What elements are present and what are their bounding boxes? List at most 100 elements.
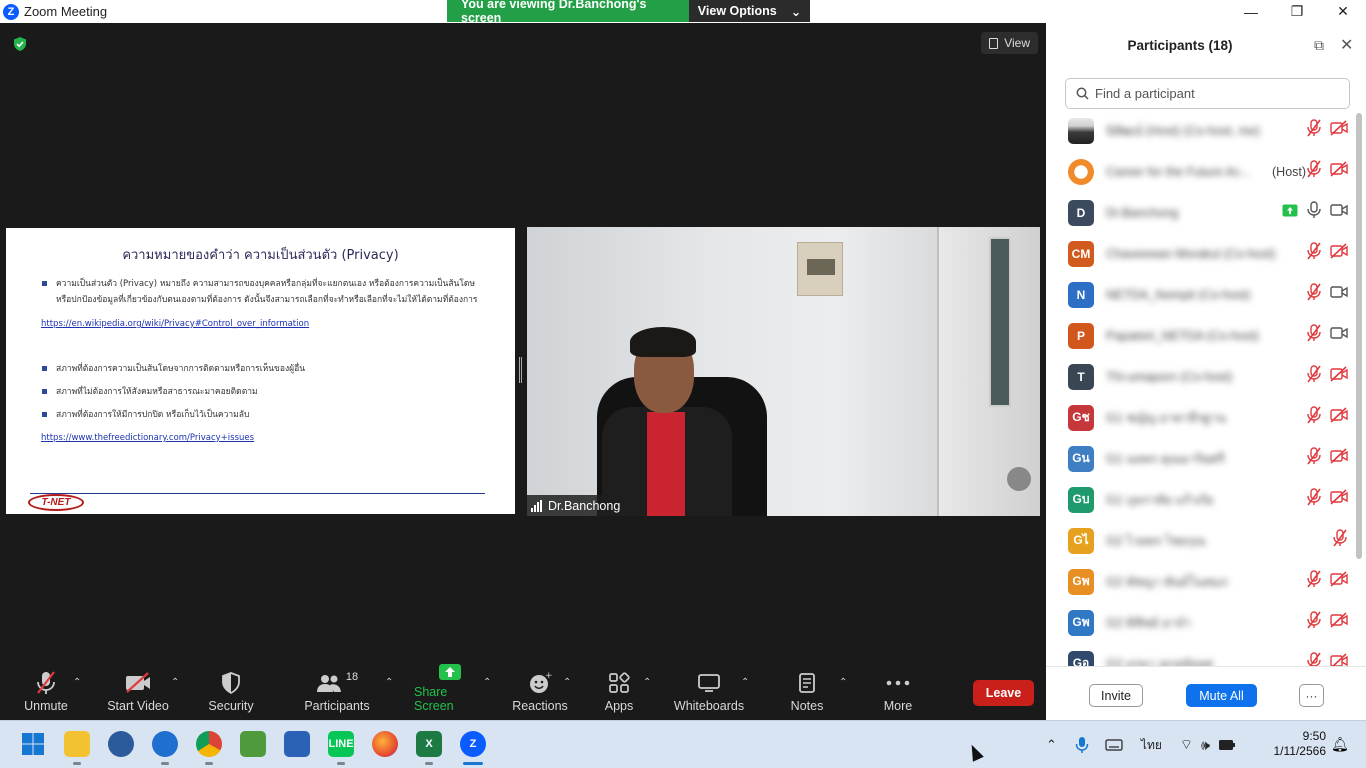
line-icon[interactable]: LINE bbox=[328, 731, 354, 757]
whiteboards-caret-icon[interactable]: ⌃ bbox=[741, 677, 749, 688]
leave-button[interactable]: Leave bbox=[973, 680, 1034, 706]
share-options-caret-icon[interactable]: ⌃ bbox=[483, 677, 491, 688]
app-notepad-icon[interactable] bbox=[240, 731, 266, 757]
mic-muted-icon[interactable] bbox=[1306, 365, 1322, 388]
notes-button[interactable]: Notes bbox=[786, 665, 828, 720]
slide-link[interactable]: https://en.wikipedia.org/wiki/Privacy#Co… bbox=[41, 319, 309, 329]
language-indicator[interactable]: ไทย bbox=[1141, 736, 1162, 755]
participant-row[interactable]: Gไ G2 ไวยพร ไชยรุณ bbox=[1046, 520, 1354, 561]
participant-search[interactable] bbox=[1065, 78, 1350, 109]
participant-status bbox=[1282, 201, 1348, 224]
windows-start-icon[interactable] bbox=[20, 731, 46, 757]
start-video-button[interactable]: Start Video bbox=[105, 665, 171, 720]
apps-caret-icon[interactable]: ⌃ bbox=[643, 677, 651, 688]
mic-muted-icon[interactable] bbox=[1306, 652, 1322, 666]
participant-row[interactable]: N NETDA_Nompit (Co-host) bbox=[1046, 274, 1354, 315]
participant-row[interactable]: Gพ G2 พิชิชย์ อาจำ bbox=[1046, 602, 1354, 643]
view-button[interactable]: View bbox=[981, 32, 1038, 54]
apps-label: Apps bbox=[604, 699, 634, 713]
mic-muted-icon[interactable] bbox=[1306, 119, 1322, 142]
start-video-label: Start Video bbox=[107, 699, 169, 713]
restore-button[interactable]: ❐ bbox=[1274, 0, 1320, 23]
slide-text: สภาพที่ไม่ต้องการให้สังคมหรือสาธารณะมาคอ… bbox=[56, 387, 258, 397]
video-off-icon bbox=[1330, 489, 1348, 510]
participant-row[interactable]: นิพิฒน์ (Host) (Co-host, me) bbox=[1046, 110, 1354, 151]
participant-row[interactable]: D Dr.Banchong bbox=[1046, 192, 1354, 233]
wall-box bbox=[797, 242, 843, 296]
firefox-icon[interactable] bbox=[372, 731, 398, 757]
more-options-button[interactable]: ··· bbox=[1299, 684, 1324, 707]
splitter-handle[interactable] bbox=[519, 357, 522, 383]
mic-muted-icon[interactable] bbox=[1306, 242, 1322, 265]
mic-muted-icon[interactable] bbox=[1306, 283, 1322, 306]
notification-bell-icon[interactable]: 🔔︎ bbox=[1331, 736, 1349, 753]
participants-button[interactable]: 18 Participants bbox=[302, 665, 372, 720]
bullet-icon bbox=[42, 389, 47, 394]
chrome-icon[interactable] bbox=[196, 731, 222, 757]
participant-row[interactable]: Gพ G2 พัชญา พันธ์โนสมภ bbox=[1046, 561, 1354, 602]
mic-muted-icon[interactable] bbox=[1306, 160, 1322, 183]
share-screen-button[interactable]: Share Screen bbox=[414, 664, 486, 720]
security-button[interactable]: Security bbox=[205, 665, 257, 720]
mic-icon[interactable] bbox=[1306, 201, 1322, 224]
participant-row[interactable]: Gบ G1 บุษราทัย แก้วภัย bbox=[1046, 479, 1354, 520]
participant-row[interactable]: Gน G1 นลพร คุณมาริยศรี bbox=[1046, 438, 1354, 479]
whiteboards-button[interactable]: Whiteboards bbox=[672, 665, 746, 720]
chevron-down-icon: ⌄ bbox=[790, 4, 802, 19]
notes-caret-icon[interactable]: ⌃ bbox=[839, 677, 847, 688]
shield-icon[interactable] bbox=[12, 36, 28, 52]
mic-muted-icon[interactable] bbox=[1306, 447, 1322, 470]
mic-muted-icon[interactable] bbox=[1306, 488, 1322, 511]
excel-icon[interactable]: X bbox=[416, 731, 442, 757]
participant-row[interactable]: CM Chaveewan Morakul (Co-host) bbox=[1046, 233, 1354, 274]
apps-button[interactable]: Apps bbox=[601, 665, 637, 720]
reactions-caret-icon[interactable]: ⌃ bbox=[563, 677, 571, 688]
windows-taskbar: LINE X Z ⌃ ไทย ⌔ 🕪 9:50 1/11/2566 🔔︎ bbox=[0, 720, 1366, 768]
reactions-button[interactable]: + Reactions bbox=[512, 665, 568, 720]
zoom-taskbar-icon[interactable]: Z bbox=[460, 731, 486, 757]
volume-icon[interactable]: 🕪 bbox=[1201, 737, 1210, 754]
person-hair bbox=[630, 327, 696, 357]
slide-link[interactable]: https://www.thefreedictionary.com/Privac… bbox=[41, 433, 254, 443]
mic-muted-icon[interactable] bbox=[1306, 570, 1322, 593]
audio-options-caret-icon[interactable]: ⌃ bbox=[73, 677, 81, 688]
mic-muted-icon[interactable] bbox=[1332, 529, 1348, 552]
microphone-icon[interactable] bbox=[1075, 736, 1089, 754]
mic-muted-icon[interactable] bbox=[1306, 406, 1322, 429]
keyboard-icon[interactable] bbox=[1105, 739, 1123, 751]
app-shield-icon[interactable] bbox=[152, 731, 178, 757]
wifi-icon[interactable]: ⌔ bbox=[1180, 736, 1193, 754]
unmute-button[interactable]: Unmute bbox=[18, 665, 74, 720]
battery-icon[interactable] bbox=[1218, 739, 1236, 751]
mic-muted-icon[interactable] bbox=[1306, 611, 1322, 634]
video-tile[interactable]: Dr.Banchong bbox=[527, 227, 1040, 516]
app-globe-icon[interactable] bbox=[108, 731, 134, 757]
shared-screen[interactable]: ความหมายของคำว่า ความเป็นส่วนตัว (Privac… bbox=[6, 228, 515, 514]
avatar: Gพ bbox=[1068, 609, 1094, 636]
more-button[interactable]: More bbox=[878, 665, 918, 720]
file-explorer-icon[interactable] bbox=[64, 731, 90, 757]
mic-muted-icon[interactable] bbox=[1306, 324, 1322, 347]
taskbar-clock[interactable]: 9:50 1/11/2566 bbox=[1262, 729, 1327, 759]
popout-icon[interactable]: ⧉ bbox=[1314, 37, 1324, 54]
participants-caret-icon[interactable]: ⌃ bbox=[385, 677, 393, 688]
minimize-button[interactable]: — bbox=[1228, 0, 1274, 23]
invite-button[interactable]: Invite bbox=[1089, 684, 1143, 707]
video-options-caret-icon[interactable]: ⌃ bbox=[171, 677, 179, 688]
chevron-up-icon[interactable]: ⌃ bbox=[1046, 737, 1057, 753]
participant-row[interactable]: Career for the Future Ac... (Host) bbox=[1046, 151, 1354, 192]
video-off-icon bbox=[1330, 366, 1348, 387]
participant-row[interactable]: Gอ G2 อรษา สุภสุลัยยศ bbox=[1046, 643, 1354, 666]
close-icon[interactable]: ✕ bbox=[1340, 35, 1353, 55]
participant-row[interactable]: T Thi-umaporn (Co-host) bbox=[1046, 356, 1354, 397]
scrollbar[interactable] bbox=[1356, 113, 1362, 559]
app-list-icon[interactable] bbox=[284, 731, 310, 757]
avatar bbox=[1068, 117, 1094, 144]
close-window-button[interactable]: ✕ bbox=[1320, 0, 1366, 23]
search-input[interactable] bbox=[1095, 86, 1335, 101]
participant-row[interactable]: P Papatsiri_NETDA (Co-host) bbox=[1046, 315, 1354, 356]
participant-name: G1 บุษราทัย แก้วภัย bbox=[1106, 492, 1214, 507]
mute-all-button[interactable]: Mute All bbox=[1186, 684, 1257, 707]
view-options-button[interactable]: View Options ⌄ bbox=[689, 0, 810, 22]
participant-row[interactable]: Gช G1 ชญัญ อาทาธีรฐาน bbox=[1046, 397, 1354, 438]
